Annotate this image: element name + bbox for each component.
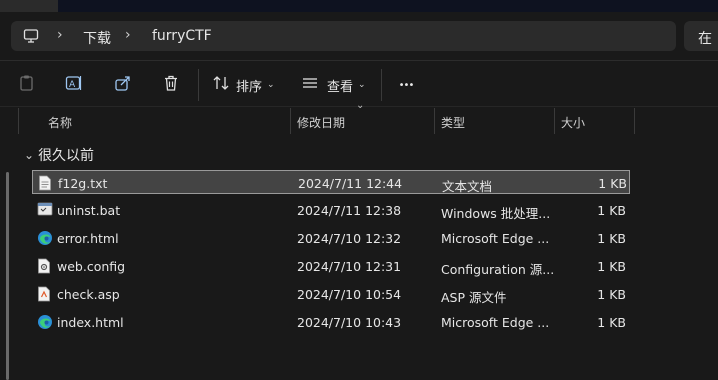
sort-indicator-icon: ⌄ bbox=[356, 100, 365, 111]
file-modified-date: 2024/7/11 12:38 bbox=[297, 203, 402, 218]
file-name: web.config bbox=[57, 259, 126, 274]
file-row[interactable]: uninst.bat 2024/7/11 12:38 Windows 批处理... 1… bbox=[32, 198, 630, 222]
file-type: ASP 源文件 bbox=[441, 290, 507, 305]
file-name: f12g.txt bbox=[58, 176, 108, 191]
column-header-size[interactable]: 大小 bbox=[561, 108, 585, 140]
toolbar-separator bbox=[381, 69, 382, 101]
file-row[interactable]: check.asp 2024/7/10 10:54 ASP 源文件 1 KB bbox=[32, 282, 630, 306]
config-file-icon bbox=[37, 258, 51, 277]
chevron-down-icon[interactable]: ⌄ bbox=[24, 148, 34, 162]
this-pc-icon[interactable] bbox=[23, 28, 39, 48]
trash-icon bbox=[162, 74, 180, 96]
file-size: 1 KB bbox=[597, 287, 626, 302]
column-separator[interactable] bbox=[554, 108, 555, 134]
view-list-icon bbox=[301, 74, 319, 96]
edge-html-icon bbox=[37, 230, 53, 249]
toolbar-divider bbox=[0, 60, 718, 61]
file-type: Microsoft Edge ... bbox=[441, 315, 550, 330]
file-row[interactable]: index.html 2024/7/10 10:43 Microsoft Edge … bbox=[32, 310, 630, 334]
group-header[interactable]: ⌄ 很久以前 bbox=[24, 145, 94, 165]
breadcrumb-downloads[interactable]: 下载 bbox=[83, 28, 111, 48]
file-modified-date: 2024/7/11 12:44 bbox=[298, 176, 403, 191]
file-name: check.asp bbox=[57, 287, 120, 302]
rename-button[interactable]: A bbox=[63, 74, 85, 96]
file-size: 1 KB bbox=[597, 231, 626, 246]
more-dots-icon: ••• bbox=[398, 79, 415, 91]
column-header-modified[interactable]: 修改日期 bbox=[297, 108, 345, 140]
file-row[interactable]: web.config 2024/7/10 12:31 Configuration 源… bbox=[32, 254, 630, 278]
asp-file-icon bbox=[37, 286, 51, 305]
address-bar[interactable]: › 下载 › furryCTF bbox=[11, 21, 676, 51]
file-size: 1 KB bbox=[598, 176, 627, 191]
paste-icon bbox=[18, 74, 36, 96]
file-size: 1 KB bbox=[597, 315, 626, 330]
file-modified-date: 2024/7/10 10:43 bbox=[297, 315, 402, 330]
file-name: uninst.bat bbox=[57, 203, 121, 218]
file-size: 1 KB bbox=[597, 203, 626, 218]
view-button[interactable]: 查看 ⌄ bbox=[301, 74, 366, 96]
sort-label: 排序 bbox=[236, 79, 263, 95]
share-icon bbox=[114, 74, 132, 96]
file-modified-date: 2024/7/10 10:54 bbox=[297, 287, 402, 302]
svg-text:A: A bbox=[69, 80, 76, 90]
file-row[interactable]: f12g.txt 2024/7/11 12:44 文本文档 1 KB bbox=[32, 170, 630, 194]
file-modified-date: 2024/7/10 12:31 bbox=[297, 259, 402, 274]
delete-button[interactable] bbox=[160, 74, 182, 96]
file-name: error.html bbox=[57, 231, 119, 246]
file-type: Microsoft Edge ... bbox=[441, 231, 550, 246]
breadcrumb-furryctf[interactable]: furryCTF bbox=[152, 28, 212, 44]
column-separator[interactable] bbox=[634, 108, 635, 134]
view-label: 查看 bbox=[327, 79, 354, 95]
search-box[interactable]: 在 bbox=[684, 21, 718, 51]
file-row[interactable]: error.html 2024/7/10 12:32 Microsoft Edge … bbox=[32, 226, 630, 250]
column-separator[interactable] bbox=[434, 108, 435, 134]
vertical-scrollbar[interactable] bbox=[6, 172, 9, 380]
file-type: Configuration 源... bbox=[441, 262, 555, 277]
batch-file-icon bbox=[37, 202, 53, 219]
rename-icon: A bbox=[65, 74, 83, 96]
edge-html-icon bbox=[37, 314, 53, 333]
column-header-name[interactable]: 名称 bbox=[48, 108, 72, 140]
share-button[interactable] bbox=[112, 74, 134, 96]
tab-edge[interactable] bbox=[0, 0, 58, 12]
file-modified-date: 2024/7/10 12:32 bbox=[297, 231, 402, 246]
more-options-button[interactable]: ••• bbox=[395, 74, 417, 96]
chevron-down-icon: ⌄ bbox=[267, 80, 275, 90]
column-separator[interactable] bbox=[18, 108, 19, 134]
group-label: 很久以前 bbox=[38, 148, 95, 164]
breadcrumb-chevron-icon[interactable]: › bbox=[125, 27, 131, 43]
title-bar-background bbox=[58, 0, 718, 12]
sort-icon bbox=[212, 74, 230, 96]
breadcrumb-chevron-icon[interactable]: › bbox=[57, 27, 63, 43]
text-file-icon bbox=[38, 175, 52, 194]
search-placeholder: 在 bbox=[698, 31, 712, 47]
file-size: 1 KB bbox=[597, 259, 626, 274]
column-header-type[interactable]: 类型 bbox=[441, 108, 465, 140]
paste-button[interactable] bbox=[16, 74, 38, 96]
file-type: 文本文档 bbox=[442, 179, 493, 194]
title-bar bbox=[0, 0, 718, 12]
chevron-down-icon: ⌄ bbox=[358, 80, 366, 90]
sort-button[interactable]: 排序 ⌄ bbox=[212, 74, 275, 96]
file-type: Windows 批处理... bbox=[441, 206, 551, 221]
file-name: index.html bbox=[57, 315, 124, 330]
column-separator[interactable] bbox=[290, 108, 291, 134]
toolbar-separator bbox=[198, 69, 199, 101]
